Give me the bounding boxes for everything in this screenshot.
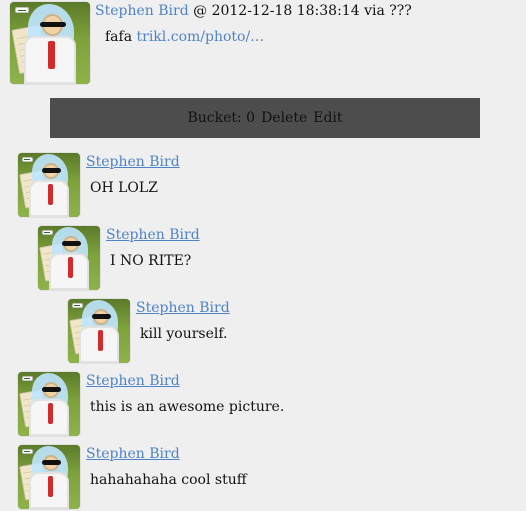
avatar [18,372,80,436]
avatar-tie-icon [97,329,103,352]
comment: Stephen Bird I NO RITE? [38,226,526,292]
avatar-tie-icon [47,402,53,425]
avatar [10,2,90,84]
avatar-tie-icon [47,183,53,206]
avatar-minus-icon [21,375,33,381]
avatar-tie-icon [47,475,53,498]
comment-author-link[interactable]: Stephen Bird [86,153,180,171]
edit-button[interactable]: Edit [313,109,342,127]
avatar-glasses-icon [41,387,62,392]
comment-text: this is an awesome picture. [90,399,285,415]
avatar-tie-icon [67,256,73,279]
avatar-minus-icon [21,448,33,454]
post-header: Stephen Bird @ 2012-12-18 18:38:14 via ?… [10,2,520,86]
post-text: fafa [105,29,133,45]
comment-author-link[interactable]: Stephen Bird [86,445,180,463]
comment-author-link[interactable]: Stephen Bird [106,226,200,244]
avatar-minus-icon [71,302,83,308]
comment-text: OH LOLZ [90,180,158,196]
comment-text: I NO RITE? [110,253,192,269]
comment: Stephen Bird this is an awesome picture. [18,372,526,438]
post-meta: Stephen Bird @ 2012-12-18 18:38:14 via ?… [95,2,515,20]
post-body: fafa trikl.com/photo/… [105,28,264,46]
comment: Stephen Bird OH LOLZ [18,153,526,219]
avatar-minus-icon [41,229,53,235]
post-at-sign: @ [193,3,208,19]
avatar [68,299,130,363]
comment: Stephen Bird hahahahaha cool stuff [18,445,526,511]
comment-author-link[interactable]: Stephen Bird [136,299,230,317]
comment-text: hahahahaha cool stuff [90,472,247,488]
comment-text: kill yourself. [140,326,228,342]
avatar-glasses-icon [41,460,62,465]
avatar [38,226,100,290]
avatar-glasses-icon [41,168,62,173]
bucket-count: Bucket: 0 [187,110,256,126]
comment: Stephen Bird kill yourself. [68,299,526,365]
avatar-glasses-icon [40,21,66,28]
avatar-tie-icon [48,41,55,70]
post-datetime: 2012-12-18 18:38:14 [211,3,360,19]
comment-author-link[interactable]: Stephen Bird [86,372,180,390]
avatar [18,153,80,217]
page: Stephen Bird @ 2012-12-18 18:38:14 via ?… [0,0,526,511]
post-author-link[interactable]: Stephen Bird [95,3,189,19]
avatar-minus-icon [14,6,30,14]
delete-button[interactable]: Delete [261,109,307,127]
avatar [18,445,80,509]
post-photo-link[interactable]: trikl.com/photo/… [137,29,265,45]
post-via: via ??? [364,3,412,19]
avatar-minus-icon [21,156,33,162]
post-toolbar: Bucket: 0 Delete Edit [50,98,480,138]
avatar-glasses-icon [91,314,112,319]
avatar-glasses-icon [61,241,82,246]
